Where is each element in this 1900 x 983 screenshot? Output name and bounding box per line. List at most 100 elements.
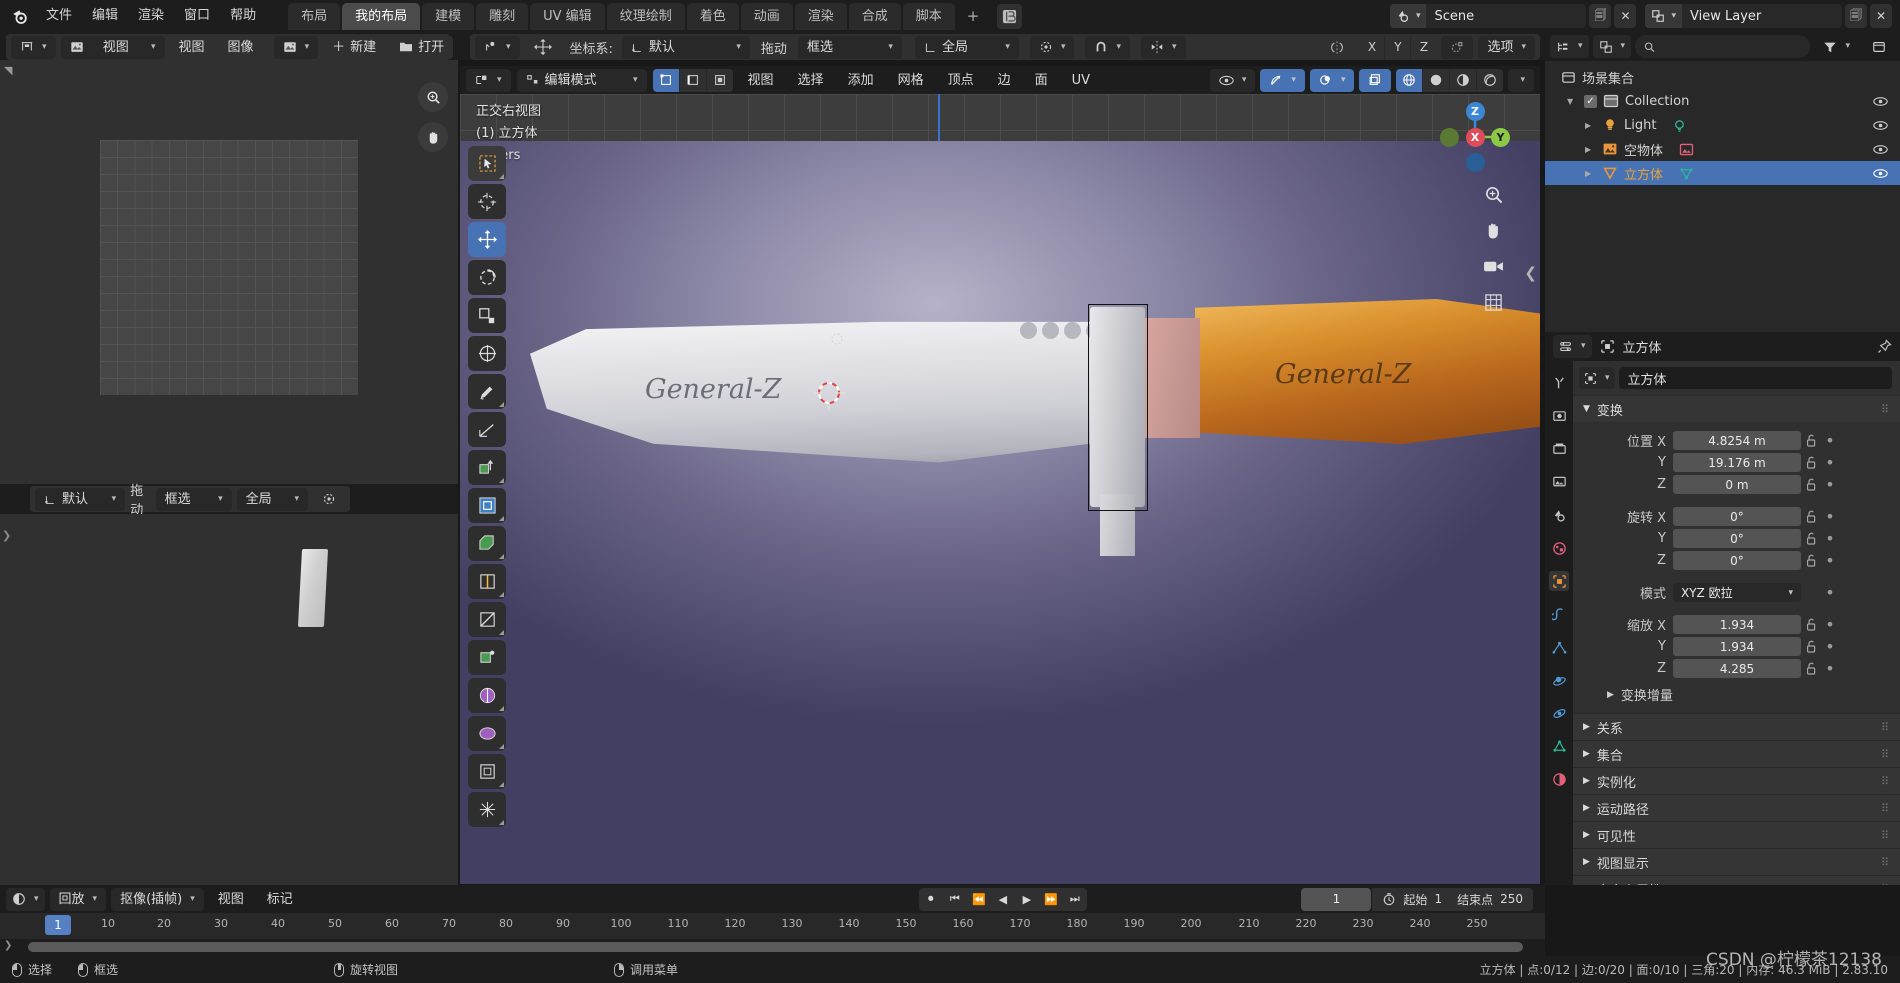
tool-transform[interactable] [468, 336, 506, 371]
jump-to-start-button[interactable]: ⏮ [943, 888, 967, 911]
expand-triangle-icon[interactable]: ▶ [1585, 169, 1596, 178]
properties-tab-world[interactable] [1549, 538, 1569, 558]
outliner-search-box[interactable] [1635, 35, 1811, 58]
location-x-field[interactable]: 4.8254 m [1673, 431, 1801, 450]
open-image-button[interactable]: 打开 [390, 35, 454, 59]
properties-tab-object[interactable] [1549, 571, 1569, 591]
outliner-new-collection-icon[interactable] [1863, 35, 1895, 58]
transform-panel-header[interactable]: ▼ 变换 ⠿ [1573, 395, 1900, 422]
jump-to-end-button[interactable]: ⏭ [1063, 888, 1087, 911]
collections-panel-header[interactable]: ▶ 集合 ⠿ [1573, 740, 1900, 767]
gizmo-axis-x[interactable]: X [1465, 127, 1485, 147]
face-select-mode-button[interactable] [706, 68, 733, 92]
new-scene-button[interactable]: 🗐 [1589, 4, 1612, 28]
lock-icon[interactable] [1806, 478, 1823, 491]
animate-property-dot[interactable]: • [1823, 508, 1837, 524]
tool-rotate[interactable] [468, 260, 506, 295]
tool-cursor[interactable] [468, 184, 506, 219]
lock-icon[interactable] [1806, 662, 1823, 675]
uv-editor-lower-canvas[interactable]: ❯ [0, 514, 458, 885]
tool-knife[interactable] [468, 602, 506, 637]
outliner-filter-icon[interactable]: ▾ [1814, 35, 1859, 58]
vertex-select-mode-button[interactable] [652, 68, 679, 92]
frame-end-value[interactable]: 250 [1500, 892, 1523, 906]
tool-loop-cut[interactable] [468, 564, 506, 599]
uv-proportional-edit-icon[interactable] [313, 488, 345, 511]
solid-shading-button[interactable] [1423, 68, 1450, 92]
properties-tab-output[interactable] [1549, 439, 1569, 459]
image-menu-image[interactable]: 图像 [219, 36, 263, 59]
lock-icon[interactable] [1806, 554, 1823, 567]
rotation-x-field[interactable]: 0° [1673, 507, 1801, 526]
tool-move[interactable] [468, 222, 506, 257]
scrollbar-thumb[interactable] [28, 942, 1523, 952]
editor-type-outliner[interactable]: ▾ [1550, 35, 1589, 58]
visibility-eye-icon[interactable] [1873, 120, 1888, 131]
animate-property-dot[interactable]: • [1823, 432, 1837, 448]
scene-icon[interactable]: ▾ [1389, 4, 1427, 28]
3d-viewport[interactable]: 正交右视图 (1) 立方体 Meters General-Z General-Z [460, 94, 1540, 884]
properties-tab-view-layer[interactable] [1549, 472, 1569, 492]
edge-select-mode-button[interactable] [679, 68, 706, 92]
lock-icon[interactable] [1806, 532, 1823, 545]
properties-tab-tool[interactable] [1549, 373, 1569, 393]
object-name-field[interactable]: 立方体 [1618, 367, 1892, 389]
animate-property-dot[interactable]: • [1823, 552, 1837, 568]
visibility-panel-header[interactable]: ▶ 可见性 ⠿ [1573, 821, 1900, 848]
panel-drag-handle[interactable]: ⠿ [1881, 856, 1890, 869]
visibility-eye-icon[interactable] [1873, 96, 1888, 107]
workspace-tab-texturepaint[interactable]: 纹理绘制 [606, 2, 685, 30]
workspace-tab-mylayout[interactable]: 我的布局 [342, 2, 421, 30]
current-frame-field[interactable]: 1 [1301, 887, 1372, 911]
active-tool-icon[interactable]: ▾ [475, 35, 520, 59]
add-workspace-button[interactable]: + [957, 3, 990, 30]
expand-triangle-icon[interactable]: ▶ [1585, 121, 1596, 130]
rotation-y-field[interactable]: 0° [1673, 529, 1801, 548]
viewport-menu-uv[interactable]: UV [1063, 69, 1099, 92]
lock-icon[interactable] [1806, 618, 1823, 631]
animate-property-dot[interactable]: • [1823, 530, 1837, 546]
delete-view-layer-button[interactable]: ✕ [1870, 4, 1892, 28]
menu-window[interactable]: 窗口 [174, 4, 220, 28]
menu-render[interactable]: 渲染 [128, 4, 174, 28]
tool-rip-region[interactable] [468, 792, 506, 827]
visibility-eye-icon[interactable] [1873, 168, 1888, 179]
tool-smooth[interactable] [468, 716, 506, 751]
frame-start-value[interactable]: 1 [1434, 892, 1442, 906]
view-layer-name-input[interactable] [1682, 4, 1842, 28]
tool-annotate[interactable] [468, 374, 506, 409]
timeline-scrollbar[interactable]: ❯ [0, 939, 1545, 955]
panel-drag-handle[interactable]: ⠿ [1881, 802, 1890, 815]
animate-property-dot[interactable]: • [1823, 454, 1837, 470]
workspace-tab-compositing[interactable]: 合成 [848, 2, 901, 30]
editor-type-selector[interactable]: ▾ [11, 35, 56, 59]
workspace-tab-uvediting[interactable]: UV 编辑 [530, 2, 605, 30]
orientation-dropdown[interactable]: 默认 ▾ [621, 35, 750, 59]
viewport-display-panel-header[interactable]: ▶ 视图显示 ⠿ [1573, 848, 1900, 875]
uv-snap-mode-dropdown[interactable]: 框选 ▾ [155, 487, 232, 511]
play-button[interactable]: ▶ [1015, 888, 1039, 911]
animate-property-dot[interactable]: • [1823, 638, 1837, 654]
menu-help[interactable]: 帮助 [220, 4, 266, 28]
tool-extrude-region[interactable] [468, 450, 506, 485]
options-dropdown[interactable]: 选项 ▾ [1478, 35, 1535, 59]
menu-edit[interactable]: 编辑 [82, 4, 128, 28]
zoom-view-icon[interactable] [1481, 182, 1506, 207]
mirror-x-icon[interactable] [1320, 36, 1354, 59]
collection-checkbox[interactable]: ✓ [1584, 94, 1597, 108]
material-preview-button[interactable] [1450, 68, 1477, 92]
panel-drag-handle[interactable]: ⠿ [1881, 829, 1890, 842]
workspace-tab-rendering[interactable]: 渲染 [794, 2, 847, 30]
outliner-tree[interactable]: 场景集合 ▼ ✓ Collection ▶ Light ▶ 空物体 ▶ 立方体 [1545, 61, 1900, 332]
properties-tab-particles[interactable] [1549, 637, 1569, 657]
outliner-row-empty-image[interactable]: ▶ 空物体 [1545, 137, 1900, 161]
prev-keyframe-button[interactable]: ⏪ [967, 888, 991, 911]
tool-inset-faces[interactable] [468, 488, 506, 523]
properties-tab-modifiers[interactable] [1549, 604, 1569, 624]
delete-scene-button[interactable]: ✕ [1614, 4, 1637, 28]
scale-z-field[interactable]: 4.285 [1673, 659, 1801, 678]
toggle-ortho-icon[interactable] [1481, 290, 1506, 315]
outliner-row-collection[interactable]: ▼ ✓ Collection [1545, 89, 1900, 113]
playhead[interactable]: 1 [45, 915, 71, 935]
editor-type-properties[interactable]: ▾ [1553, 335, 1592, 358]
